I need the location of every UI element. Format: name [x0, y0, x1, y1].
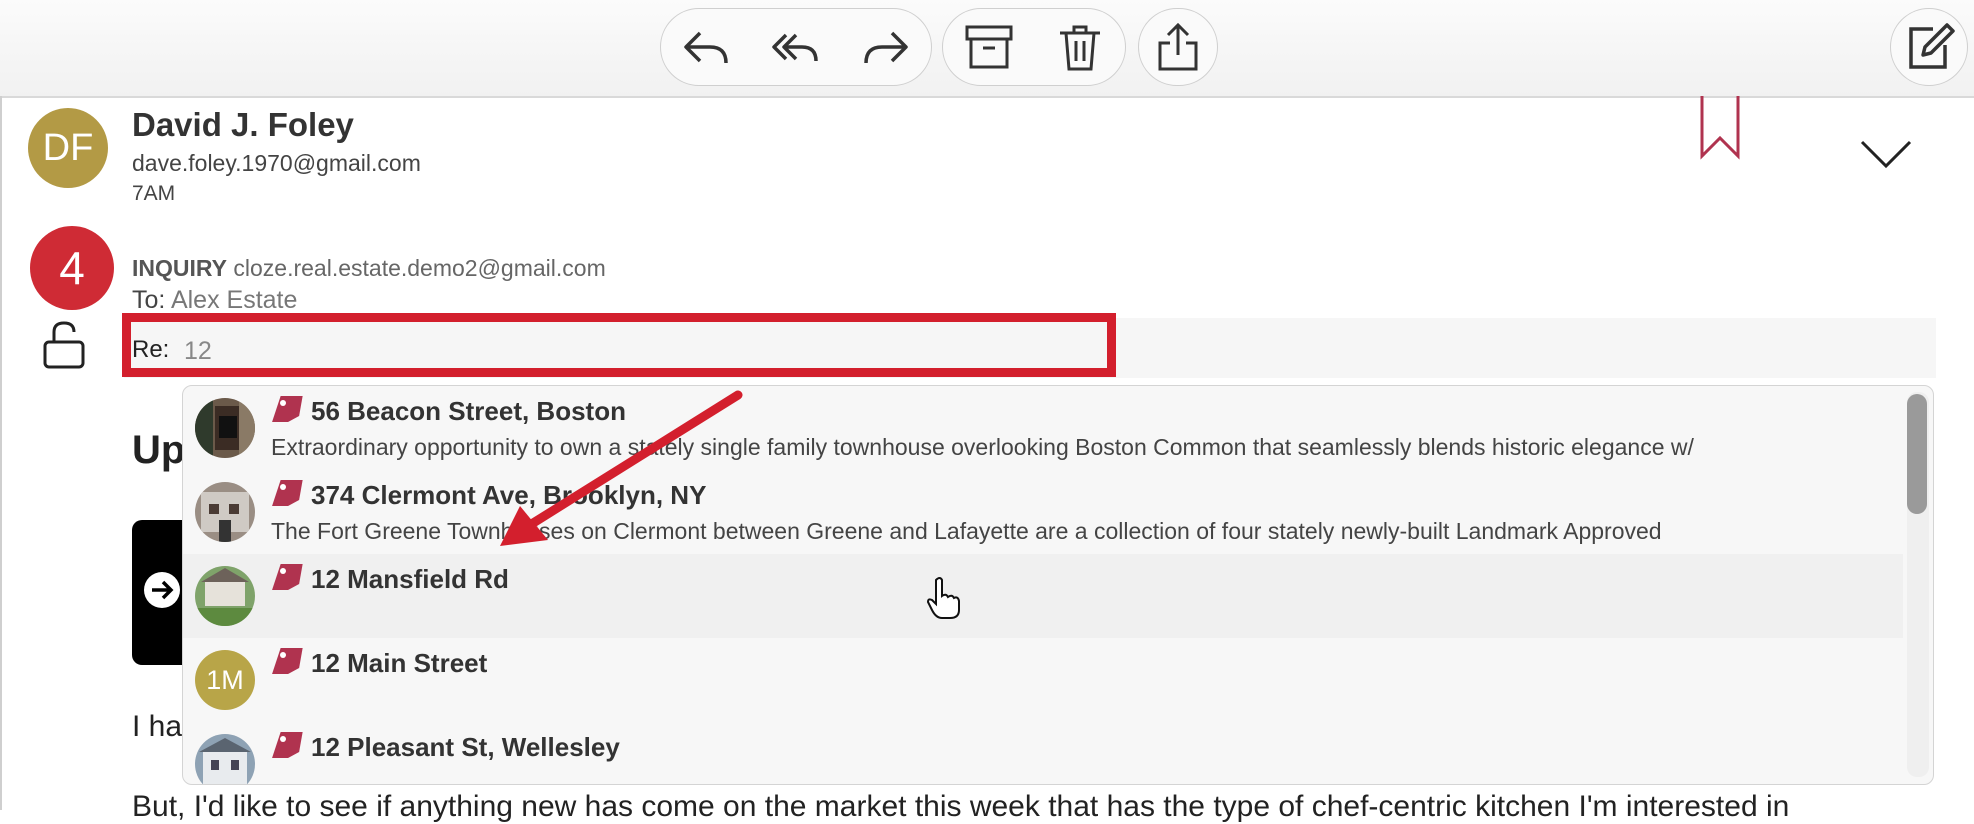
bookmark-icon[interactable]	[1700, 96, 1740, 160]
suggestion-title: 12 Pleasant St, Wellesley	[311, 732, 620, 762]
archive-group	[942, 8, 1126, 86]
to-recipient[interactable]: Alex Estate	[171, 286, 297, 314]
toolbar	[0, 0, 1974, 98]
category-label: INQUIRY	[132, 255, 227, 281]
tag-icon	[272, 396, 303, 422]
from-email: cloze.real.estate.demo2@gmail.com	[233, 255, 606, 281]
initials-avatar: 1M	[195, 650, 255, 710]
tag-icon	[272, 480, 303, 506]
suggestion-item[interactable]: 56 Beacon Street, Boston Extraordinary o…	[183, 386, 1903, 470]
reply-all-icon	[772, 33, 818, 62]
tag-icon	[272, 648, 303, 674]
suggestion-title: 56 Beacon Street, Boston	[311, 396, 626, 426]
forward-icon	[864, 31, 908, 64]
property-avatar: 1M	[195, 650, 255, 710]
left-border	[0, 96, 2, 810]
highlight-box	[122, 313, 1116, 377]
body-paragraph-2: But, I'd like to see if anything new has…	[132, 790, 1790, 823]
compose-icon	[1909, 23, 1955, 69]
suggestion-item[interactable]: 12 Mansfield Rd	[183, 554, 1903, 638]
share-icon	[1158, 22, 1198, 71]
suggestion-description: Extraordinary opportunity to own a state…	[271, 434, 1694, 460]
scrollbar-thumb[interactable]	[1907, 394, 1927, 514]
forward-button[interactable]	[851, 12, 921, 82]
reply-button[interactable]	[671, 12, 741, 82]
suggestion-dropdown: 56 Beacon Street, Boston Extraordinary o…	[182, 385, 1934, 785]
body-paragraph: I ha	[132, 710, 183, 743]
suggestion-title: 12 Mansfield Rd	[311, 564, 509, 594]
suggestion-title: 374 Clermont Ave, Brooklyn, NY	[311, 480, 707, 510]
share-group	[1138, 8, 1218, 86]
count-badge: 4	[30, 226, 114, 310]
hand-cursor-icon	[926, 577, 960, 619]
unlock-icon[interactable]	[42, 320, 86, 370]
suggestion-title: 12 Main Street	[311, 648, 488, 678]
sender-name: David J. Foley	[132, 106, 354, 143]
sender-email: dave.foley.1970@gmail.com	[132, 150, 421, 176]
archive-button[interactable]	[954, 12, 1024, 82]
reply-all-button[interactable]	[761, 12, 831, 82]
trash-icon	[1059, 25, 1100, 71]
reply-icon	[684, 31, 728, 64]
property-thumbnail	[195, 734, 255, 784]
arrow-right-icon[interactable]	[142, 570, 182, 610]
from-line: INQUIRY cloze.real.estate.demo2@gmail.co…	[132, 255, 606, 282]
reply-group	[660, 8, 932, 86]
tag-icon	[272, 732, 303, 758]
archive-icon	[965, 25, 1012, 69]
body-heading: Up	[132, 428, 186, 472]
tag-icon	[272, 564, 303, 590]
property-thumbnail	[195, 566, 255, 626]
trash-button[interactable]	[1045, 12, 1115, 82]
to-line: To: Alex Estate	[132, 286, 297, 315]
compose-button[interactable]	[1890, 8, 1968, 86]
property-thumbnail	[195, 398, 255, 458]
suggestion-item[interactable]: 12 Pleasant St, Wellesley	[183, 722, 1903, 784]
suggestion-description: The Fort Greene Townhouses on Clermont b…	[271, 518, 1662, 544]
property-thumbnail	[195, 482, 255, 542]
to-label: To:	[132, 286, 166, 314]
suggestion-item[interactable]: 1M 12 Main Street	[183, 638, 1903, 722]
suggestion-item[interactable]: 374 Clermont Ave, Brooklyn, NY The Fort …	[183, 470, 1903, 554]
email-time: 7AM	[132, 182, 176, 205]
sender-avatar: DF	[28, 108, 108, 188]
share-button[interactable]	[1143, 12, 1213, 82]
chevron-down-icon[interactable]	[1858, 138, 1914, 170]
